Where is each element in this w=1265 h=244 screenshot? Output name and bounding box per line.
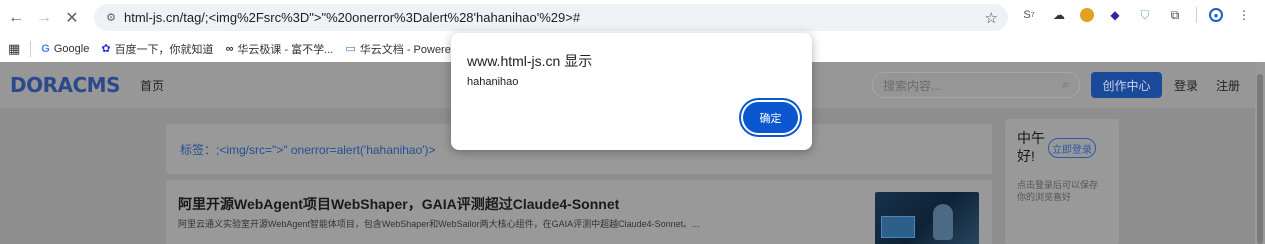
browser-toolbar: ← → ✕ ⚙ html-js.cn/tag/;<img%2Fsrc%3D">"… (0, 0, 1265, 35)
doc-icon: ▭ (345, 43, 356, 55)
stop-button[interactable]: ✕ (58, 4, 86, 32)
bookmark-google[interactable]: G Google (41, 43, 89, 55)
profile-icon[interactable]: ● (1209, 8, 1223, 22)
article-title[interactable]: 阿里开源WebAgent项目WebShaper，GAIA评测超过Claude4-… (178, 194, 619, 214)
login-now-button[interactable]: 立即登录 (1048, 138, 1096, 158)
puzzle-icon[interactable]: ⧉ (1166, 6, 1184, 24)
address-bar[interactable]: ⚙ html-js.cn/tag/;<img%2Fsrc%3D">"%20one… (94, 4, 1008, 31)
bookmark-label: 华云极课 - 富不学... (237, 43, 334, 56)
article-description: 阿里云通义实验室开源WebAgent智能体项目，包含WebShaper和WebS… (178, 219, 700, 229)
alert-dialog: www.html-js.cn 显示 hahanihao 确定 (451, 33, 812, 150)
back-button[interactable]: ← (2, 4, 30, 32)
greeting-text: 中午好! (1017, 130, 1045, 164)
search-placeholder: 搜索内容... (883, 78, 942, 93)
dialog-title: www.html-js.cn 显示 (467, 53, 593, 69)
ext-cloud-icon[interactable]: ☁ (1050, 6, 1068, 24)
dialog-message: hahanihao (467, 76, 519, 88)
infinity-icon: ∞ (225, 42, 234, 55)
sidebar-note: 点击登录后可以保存你的浏览喜好 (1017, 180, 1099, 202)
ext-s7-icon[interactable]: S7 (1020, 6, 1038, 24)
thumbnail-figure (933, 204, 953, 240)
thumbnail-screen (881, 216, 915, 238)
site-search-input[interactable]: 搜索内容... ⌕ (872, 72, 1080, 98)
url-text[interactable]: html-js.cn/tag/;<img%2Fsrc%3D">"%20onerr… (124, 10, 580, 25)
back-arrow-icon: ← (8, 8, 24, 26)
bookmark-huayun-course[interactable]: ∞ 华云极课 - 富不学... (226, 41, 334, 57)
tag-label: 标签：;<img/src=">" onerror=alert('hahaniha… (180, 142, 436, 157)
page-scrollbar[interactable] (1255, 62, 1265, 244)
site-logo[interactable]: DORACMS (10, 73, 120, 97)
scrollbar-thumb[interactable] (1257, 74, 1263, 244)
search-icon[interactable]: ⌕ (1062, 77, 1069, 92)
extension-icons: S7 ☁ ◆ ⛉ ⧉ ● ⋮ (1020, 6, 1253, 24)
create-center-button[interactable]: 创作中心 (1091, 72, 1162, 98)
bookmark-huayun-docs[interactable]: ▭ 华云文档 - Powere (345, 41, 450, 57)
article-card[interactable]: 阿里开源WebAgent项目WebShaper，GAIA评测超过Claude4-… (166, 180, 992, 244)
login-link[interactable]: 登录 (1174, 77, 1198, 94)
forward-arrow-icon: → (36, 8, 52, 26)
user-sidebar: 中午好! 立即登录 点击登录后可以保存你的浏览喜好 (1005, 119, 1119, 244)
close-icon: ✕ (65, 9, 79, 27)
bookmark-star-icon[interactable]: ☆ (985, 9, 998, 27)
bookmark-label: 百度一下，你就知道 (114, 43, 214, 56)
bookmark-label: 华云文档 - Powere (359, 43, 451, 56)
nav-home-link[interactable]: 首页 (140, 77, 164, 94)
article-thumbnail[interactable] (875, 192, 979, 244)
kebab-menu-icon[interactable]: ⋮ (1235, 6, 1253, 24)
forward-button[interactable]: → (30, 4, 58, 32)
baidu-icon: ✿ (101, 43, 111, 55)
toolbar-divider (1196, 7, 1197, 23)
bookmark-baidu[interactable]: ✿ 百度一下，你就知道 (101, 41, 213, 57)
google-icon: G (41, 42, 50, 55)
apps-icon[interactable]: ▦ (8, 41, 20, 57)
ext-shield-icon[interactable]: ⛉ (1136, 6, 1154, 24)
ext-cookie-icon[interactable] (1080, 8, 1094, 22)
register-link[interactable]: 注册 (1216, 77, 1240, 94)
ext-diamond-icon[interactable]: ◆ (1106, 6, 1124, 24)
bookmarks-divider (30, 40, 32, 57)
dialog-ok-button[interactable]: 确定 (743, 102, 798, 133)
site-info-icon[interactable]: ⚙ (98, 4, 124, 31)
bookmark-label: Google (53, 42, 90, 55)
